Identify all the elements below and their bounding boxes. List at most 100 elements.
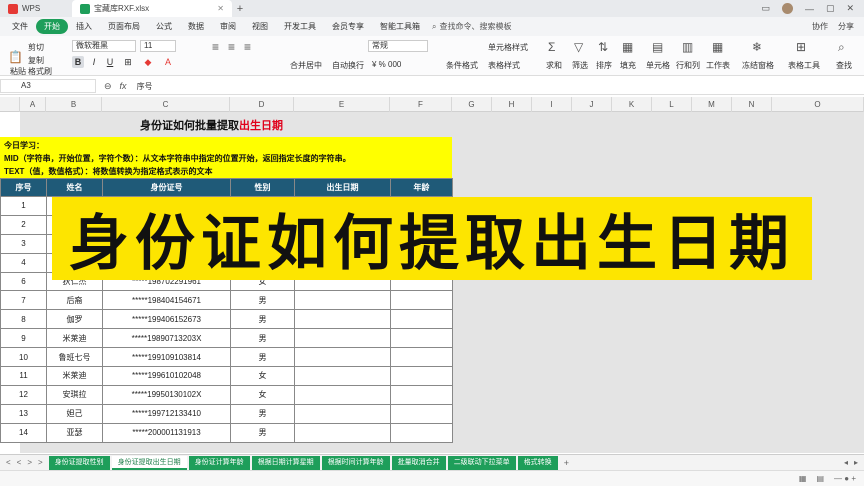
copy-button[interactable]: 复制	[28, 55, 44, 66]
cell-id[interactable]: *****200001131913	[102, 422, 231, 443]
menu-developer[interactable]: 开发工具	[276, 19, 324, 34]
cell-name[interactable]: 伽罗	[46, 309, 103, 330]
column-header[interactable]: G	[452, 97, 492, 112]
cell-name[interactable]: 鲁班七号	[46, 347, 103, 368]
cell-no[interactable]: 9	[0, 328, 47, 349]
tab-wps-home[interactable]: WPS	[0, 0, 72, 17]
align-center-icon[interactable]: ≡	[228, 40, 235, 54]
menu-page-layout[interactable]: 页面布局	[100, 19, 148, 34]
cell-birthdate[interactable]	[294, 403, 391, 424]
cell-name[interactable]: 米莱迪	[46, 366, 103, 386]
cell-birthdate[interactable]	[294, 422, 391, 443]
sheet-tab[interactable]: 身份证提取性别	[48, 455, 110, 470]
cell-gender[interactable]: 男	[230, 347, 295, 368]
paste-label[interactable]: 粘贴	[10, 66, 26, 77]
cell-id[interactable]: *****19890713203X	[102, 328, 231, 349]
cell-name[interactable]: 米莱迪	[46, 328, 103, 349]
cell-id[interactable]: *****199109103814	[102, 347, 231, 368]
fill-button[interactable]: 填充	[620, 60, 636, 71]
sum-button[interactable]: 求和	[546, 60, 562, 71]
menu-insert[interactable]: 插入	[68, 19, 100, 34]
filter-icon[interactable]: ▽	[574, 40, 583, 54]
cell-no[interactable]: 6	[0, 271, 47, 292]
cell-birthdate[interactable]	[294, 328, 391, 349]
page-view-icon[interactable]: ▤	[816, 474, 824, 483]
menu-review[interactable]: 审阅	[212, 19, 244, 34]
cell-gender[interactable]: 女	[230, 384, 295, 405]
cell-id[interactable]: *****199610102048	[102, 366, 231, 386]
cell-no[interactable]: 4	[0, 252, 47, 273]
select-all-corner[interactable]	[0, 97, 20, 112]
cell-id[interactable]: *****19950130102X	[102, 384, 231, 405]
cell-no[interactable]: 13	[0, 403, 47, 424]
zoom-slider[interactable]: — ● +	[834, 474, 856, 483]
name-box[interactable]: A3	[0, 79, 96, 93]
cell-age[interactable]	[390, 403, 453, 424]
conditional-format-button[interactable]: 条件格式	[446, 60, 478, 71]
avatar[interactable]	[781, 3, 793, 14]
find-icon[interactable]: ⌕	[838, 40, 845, 55]
cell-birthdate[interactable]	[294, 309, 391, 330]
new-tab-button[interactable]: +	[232, 3, 248, 15]
cell-no[interactable]: 14	[0, 422, 47, 443]
column-header[interactable]: M	[692, 97, 732, 112]
cut-button[interactable]: 剪切	[28, 42, 44, 53]
sheet-tab[interactable]: 根据时间计算年龄	[321, 455, 390, 470]
sheet-tab[interactable]: 批量取消合并	[391, 455, 446, 470]
align-icon[interactable]: ≡	[212, 40, 219, 54]
cell-birthdate[interactable]	[294, 347, 391, 368]
header-birthdate[interactable]: 出生日期	[294, 178, 391, 197]
column-header[interactable]: F	[390, 97, 452, 112]
menu-member[interactable]: 会员专享	[324, 19, 372, 34]
sheet-tab-active[interactable]: 身份证提取出生日期	[111, 455, 187, 470]
column-header[interactable]: I	[532, 97, 572, 112]
column-header[interactable]: J	[572, 97, 612, 112]
maximize-icon[interactable]: ▢	[826, 3, 835, 14]
header-no[interactable]: 序号	[0, 178, 47, 197]
cell-no[interactable]: 7	[0, 290, 47, 311]
menu-formula[interactable]: 公式	[148, 19, 180, 34]
last-sheet-icon[interactable]: >	[38, 458, 43, 467]
header-gender[interactable]: 性别	[230, 178, 295, 197]
cell-no[interactable]: 1	[0, 196, 47, 216]
freeze-panes-button[interactable]: 冻结窗格	[742, 60, 774, 71]
next-sheet-icon[interactable]: >	[27, 458, 32, 467]
column-header[interactable]: H	[492, 97, 532, 112]
column-header[interactable]: B	[46, 97, 102, 112]
cell-birthdate[interactable]	[294, 290, 391, 311]
merge-button[interactable]: 合并居中	[290, 60, 322, 71]
freeze-icon[interactable]: ❄	[752, 40, 762, 54]
column-header[interactable]: D	[230, 97, 294, 112]
number-format-select[interactable]: 常规	[368, 40, 428, 52]
cell-no[interactable]: 3	[0, 233, 47, 254]
sheet-tab[interactable]: 格式转换	[517, 455, 558, 470]
menu-smart-tools[interactable]: 智能工具箱	[372, 19, 428, 34]
tab-file[interactable]: 宝藏库RXF.xlsx ✕	[72, 0, 232, 17]
cell-no[interactable]: 11	[0, 366, 47, 386]
cell-birthdate[interactable]	[294, 366, 391, 386]
formula-input[interactable]: 序号	[137, 81, 153, 92]
cell-age[interactable]	[390, 347, 453, 368]
cell-id[interactable]: *****198404154671	[102, 290, 231, 311]
close-tab-icon[interactable]: ✕	[217, 4, 224, 13]
table-tools-icon[interactable]: ⊞	[796, 40, 806, 54]
sheet-tab[interactable]: 身份证计算年龄	[188, 455, 250, 470]
cell-no[interactable]: 8	[0, 309, 47, 330]
sheet-tab[interactable]: 根据日期计算星期	[251, 455, 320, 470]
find-button[interactable]: 查找	[836, 60, 852, 71]
cell-name[interactable]: 妲己	[46, 403, 103, 424]
menu-file[interactable]: 文件	[4, 19, 36, 34]
rows-cols-button[interactable]: 行和列	[676, 60, 700, 71]
cell-no[interactable]: 12	[0, 384, 47, 405]
sum-icon[interactable]: Σ	[548, 40, 555, 54]
filter-button[interactable]: 筛选	[572, 60, 588, 71]
cell-gender[interactable]: 男	[230, 328, 295, 349]
collaborate-button[interactable]: 协作	[812, 21, 828, 32]
cell-id[interactable]: *****199406152673	[102, 309, 231, 330]
column-header[interactable]: N	[732, 97, 772, 112]
paste-icon[interactable]: 📋	[8, 50, 23, 64]
cell-gender[interactable]: 男	[230, 290, 295, 311]
column-header[interactable]: C	[102, 97, 230, 112]
italic-icon[interactable]: I	[88, 56, 100, 68]
column-header[interactable]: A	[20, 97, 46, 112]
